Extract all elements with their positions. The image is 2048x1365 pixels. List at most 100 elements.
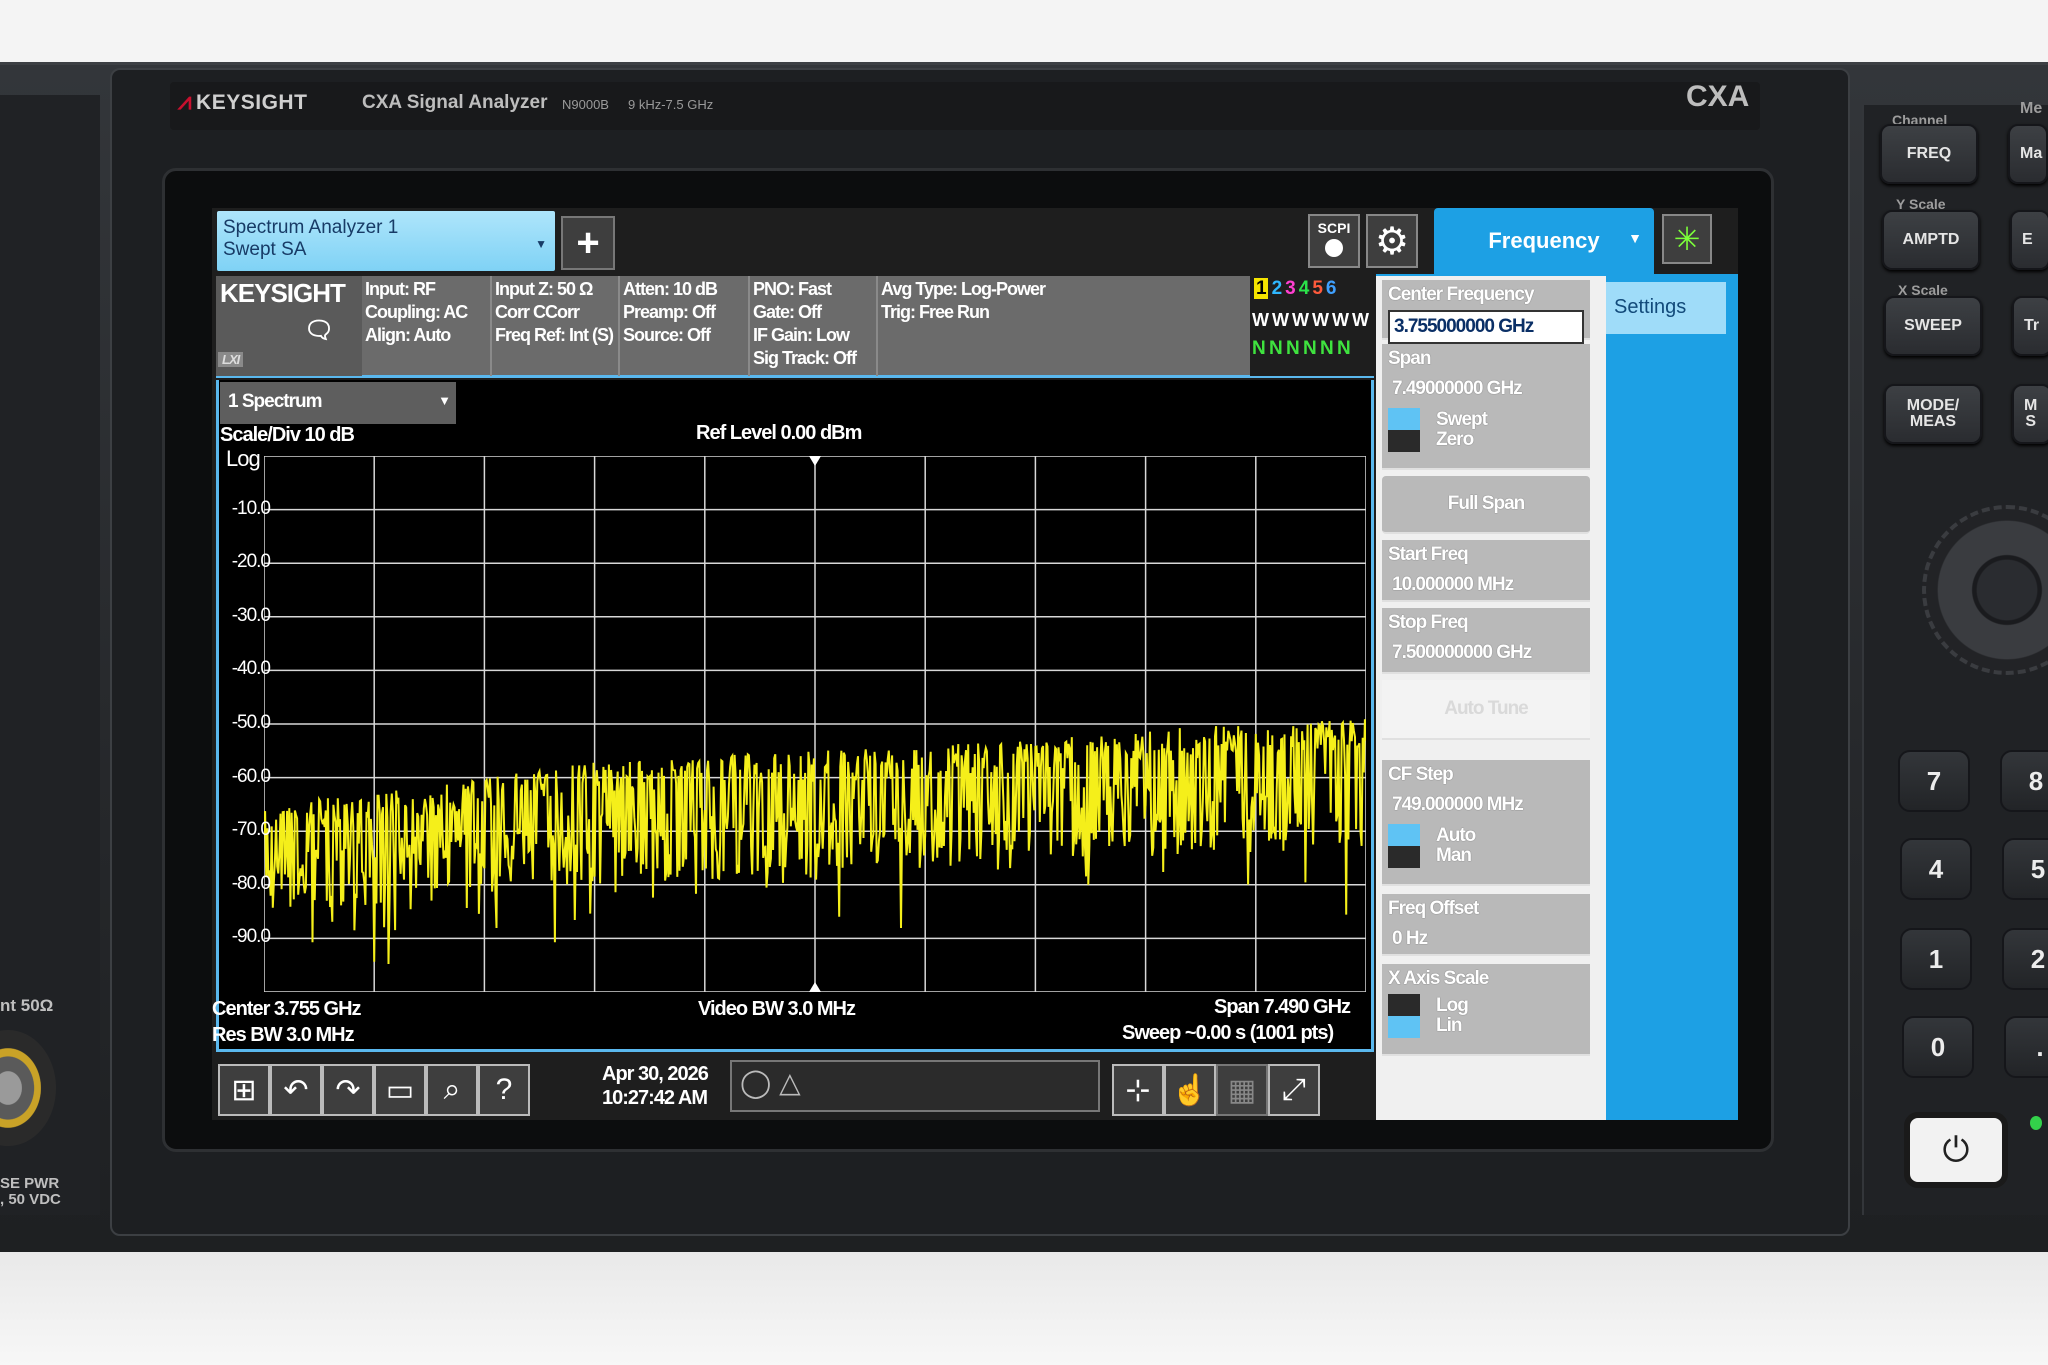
- mode-meas-key[interactable]: MODE/ MEAS: [1884, 384, 1982, 444]
- scpi-button[interactable]: SCPI: [1308, 214, 1360, 268]
- windows-start-button[interactable]: ⊞: [218, 1064, 270, 1116]
- numpad-7[interactable]: 7: [1898, 750, 1970, 812]
- stop-frequency-softkey[interactable]: Stop Freq 7.500000000 GHz: [1382, 608, 1590, 674]
- numpad-4[interactable]: 4: [1900, 838, 1972, 900]
- x-axis-scale-softkey[interactable]: X Axis Scale Log Lin: [1382, 964, 1590, 1056]
- meas-setup-key[interactable]: M S: [2012, 384, 2048, 444]
- message-area[interactable]: ◯ △: [730, 1060, 1100, 1112]
- trace-1-number: 1: [1254, 278, 1268, 299]
- scale-per-division: Scale/Div 10 dB: [220, 424, 355, 446]
- e-key[interactable]: E: [2010, 210, 2048, 270]
- zero-state-indicator: [1388, 430, 1420, 452]
- pno-info[interactable]: PNO: Fast Gate: Off IF Gain: Low Sig Track:…: [750, 276, 878, 376]
- file-button[interactable]: ▭: [374, 1064, 426, 1116]
- menu-dropdown-icon: ▼: [1628, 230, 1642, 246]
- help-button[interactable]: ?: [478, 1064, 530, 1116]
- freq-key[interactable]: FREQ: [1880, 124, 1978, 184]
- settings-tab[interactable]: Settings: [1606, 282, 1726, 334]
- sweep-key[interactable]: SWEEP: [1884, 296, 1982, 356]
- start-frequency-softkey[interactable]: Start Freq 10.000000 MHz: [1382, 540, 1590, 602]
- spectrum-trace-plot[interactable]: [264, 456, 1366, 992]
- numpad-0[interactable]: 0: [1902, 1016, 1974, 1078]
- measurement-tab[interactable]: Spectrum Analyzer 1 Swept SA ▼: [217, 211, 555, 271]
- attenuation-info[interactable]: Atten: 10 dB Preamp: Off Source: Off: [620, 276, 750, 376]
- marker-key[interactable]: Ma: [2008, 124, 2048, 184]
- center-frequency-input[interactable]: 3.755000000 GHz: [1388, 310, 1584, 344]
- span-value: 7.49000000 GHz: [1392, 378, 1523, 399]
- trace-3-number: 3: [1285, 278, 1296, 299]
- y-tick-label: -10.0: [231, 497, 271, 519]
- chat-bubble-icon[interactable]: 🗨: [304, 316, 334, 345]
- trace-6-number: 6: [1325, 278, 1337, 299]
- rf-input-label: nt 50Ω: [0, 996, 54, 1015]
- trace-status-panel[interactable]: 123456 W W W W W W N N N N N N: [1250, 276, 1374, 376]
- auto-state-indicator: [1388, 824, 1420, 846]
- power-button[interactable]: ⏻: [1904, 1112, 2008, 1188]
- span-softkey[interactable]: Span 7.49000000 GHz Swept Zero: [1382, 344, 1590, 470]
- frequency-menu-tab[interactable]: Frequency ▼: [1434, 208, 1654, 274]
- touch-screen: Spectrum Analyzer 1 Swept SA ▼ + SCPI ⚙ …: [212, 208, 1738, 1120]
- center-frequency-annotation[interactable]: Center 3.755 GHz: [212, 998, 362, 1021]
- magnifier-icon: ⌕: [443, 1073, 461, 1106]
- model-number: N9000B: [562, 97, 609, 112]
- numpad-decimal[interactable]: .: [2004, 1016, 2048, 1078]
- video-bandwidth-annotation[interactable]: Video BW 3.0 MHz: [698, 998, 856, 1021]
- keysight-logo: ⩘ KEYSIGHT: [178, 88, 308, 115]
- undo-button[interactable]: ↶: [270, 1064, 322, 1116]
- log-state-indicator: [1388, 994, 1420, 1016]
- average-trigger-info[interactable]: Avg Type: Log-Power Trig: Free Run: [878, 276, 1250, 376]
- numpad-8[interactable]: 8: [2000, 750, 2048, 812]
- multi-window-button[interactable]: ▦: [1216, 1064, 1268, 1116]
- redo-icon: ↷: [335, 1073, 361, 1107]
- sweep-time-annotation[interactable]: Sweep ~0.00 s (1001 pts): [1122, 1022, 1334, 1045]
- redo-button[interactable]: ↷: [322, 1064, 374, 1116]
- center-frequency-softkey[interactable]: Center Frequency 3.755000000 GHz: [1382, 280, 1590, 344]
- busy-indicator-button[interactable]: ✳: [1662, 214, 1712, 264]
- numpad-2[interactable]: 2: [2002, 928, 2048, 990]
- add-screen-button[interactable]: +: [561, 216, 615, 270]
- amptd-key[interactable]: AMPTD: [1882, 210, 1980, 270]
- layout-button[interactable]: ⊹: [1112, 1064, 1164, 1116]
- layout-icon: ⊹: [1125, 1073, 1151, 1107]
- swept-state-indicator: [1388, 408, 1420, 430]
- freq-offset-softkey[interactable]: Freq Offset 0 Hz: [1382, 894, 1590, 956]
- lin-state-indicator: [1388, 1016, 1420, 1038]
- span-annotation[interactable]: Span 7.490 GHz: [1214, 996, 1351, 1019]
- search-button[interactable]: ⌕: [426, 1064, 478, 1116]
- touch-icon: ☝: [1171, 1073, 1209, 1107]
- trace-2-number: 2: [1271, 278, 1283, 299]
- softkey-column: Center Frequency 3.755000000 GHz Span 7.…: [1376, 276, 1606, 1120]
- log-lin-toggle[interactable]: Log Lin: [1388, 994, 1584, 1038]
- y-tick-label: -40.0: [231, 658, 271, 680]
- swept-zero-toggle[interactable]: Swept Zero: [1388, 408, 1584, 452]
- folder-icon: ▭: [385, 1073, 415, 1107]
- reference-level[interactable]: Ref Level 0.00 dBm: [696, 422, 862, 445]
- lxi-icon: LXI: [218, 352, 244, 367]
- trace-key[interactable]: Tr: [2012, 296, 2048, 356]
- maximize-button[interactable]: ⤢: [1268, 1064, 1320, 1116]
- y-tick-label: -20.0: [231, 551, 271, 573]
- date-time: Apr 30, 2026 10:27:42 AM: [602, 1063, 709, 1109]
- impedance-info[interactable]: Input Z: 50 Ω Corr CCorr Freq Ref: Int (S): [492, 276, 620, 376]
- instrument-base: [0, 1252, 2048, 1365]
- speech-bubble-icon: ◯: [740, 1067, 772, 1098]
- system-settings-button[interactable]: ⚙: [1366, 214, 1418, 268]
- y-tick-label: -80.0: [231, 872, 271, 894]
- numpad-1[interactable]: 1: [1900, 928, 1972, 990]
- touch-select-button[interactable]: ☝: [1164, 1064, 1216, 1116]
- undo-icon: ↶: [283, 1073, 309, 1107]
- full-span-button[interactable]: Full Span: [1382, 476, 1590, 534]
- y-tick-label: -70.0: [231, 819, 271, 841]
- numpad-5[interactable]: 5: [2002, 838, 2048, 900]
- y-tick-label: -30.0: [231, 604, 271, 626]
- input-info[interactable]: Input: RF Coupling: AC Align: Auto: [362, 276, 492, 376]
- help-icon: ?: [495, 1073, 513, 1106]
- start-frequency-value: 10.000000 MHz: [1392, 574, 1514, 595]
- auto-tune-button[interactable]: Auto Tune: [1382, 680, 1590, 740]
- cf-step-softkey[interactable]: CF Step 749.000000 MHz Auto Man: [1382, 760, 1590, 886]
- window-select-dropdown[interactable]: 1 Spectrum ▼: [220, 382, 456, 424]
- cf-step-auto-man-toggle[interactable]: Auto Man: [1388, 824, 1584, 868]
- scale-type-label: Log: [226, 446, 261, 471]
- busy-spinner-icon: ✳: [1673, 221, 1701, 257]
- resolution-bandwidth-annotation[interactable]: Res BW 3.0 MHz: [212, 1024, 355, 1047]
